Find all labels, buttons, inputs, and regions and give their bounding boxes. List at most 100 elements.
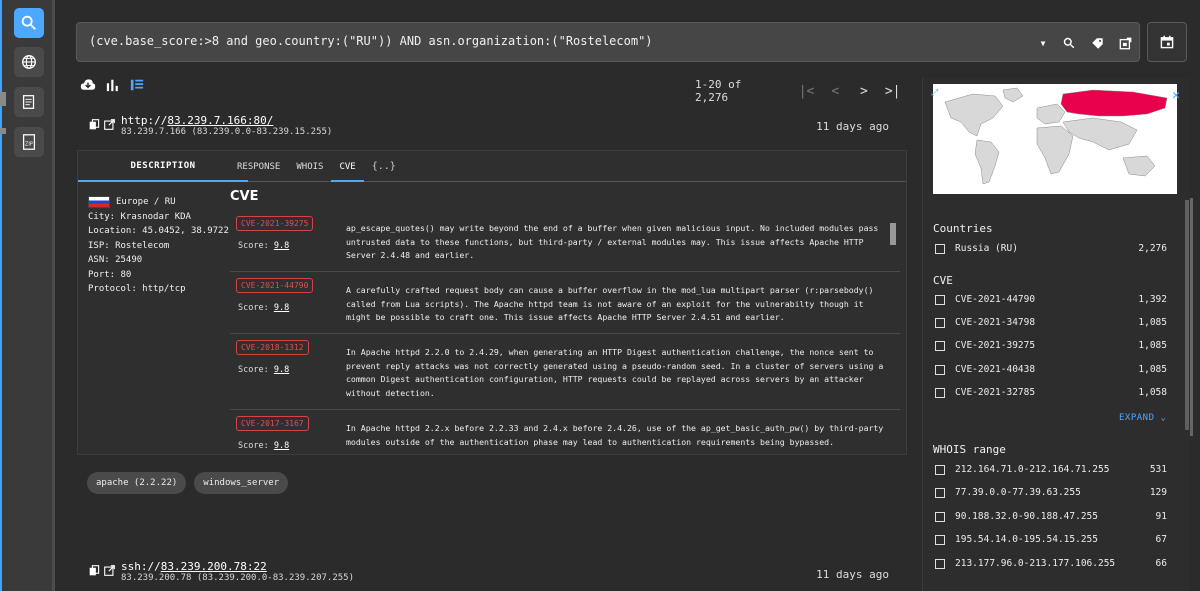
world-map[interactable]: [933, 84, 1177, 194]
search-icon[interactable]: [1060, 34, 1078, 52]
cve-description: In Apache httpd 2.2.x before 2.2.33 and …: [346, 423, 884, 447]
url-host[interactable]: 83.239.200.78:22: [161, 560, 267, 573]
region-row: Europe / RU: [88, 195, 229, 210]
region-text: Europe / RU: [116, 197, 176, 207]
facet-label: 77.39.0.0-77.39.63.255: [955, 487, 1081, 499]
isp-text: ISP: Rostelecom: [88, 240, 170, 251]
score-value[interactable]: 9.8: [274, 241, 289, 251]
export-icon[interactable]: [1116, 34, 1134, 52]
list-view-icon[interactable]: [130, 78, 144, 92]
facet-count: 2,276: [1138, 243, 1167, 254]
tag-icon[interactable]: [1088, 34, 1106, 52]
tag-chip[interactable]: apache (2.2.22): [87, 472, 187, 494]
score-value[interactable]: 9.8: [274, 303, 289, 313]
facet-count: 531: [1149, 464, 1167, 475]
result-age: 11 days ago: [816, 120, 889, 133]
svg-text:ZIP: ZIP: [25, 142, 33, 148]
facet-checkbox[interactable]: [935, 364, 945, 375]
expand-icon[interactable]: ⤢: [931, 88, 938, 98]
reports-nav-button[interactable]: [14, 87, 44, 117]
facet-row-country[interactable]: Russia (RU) 2,276: [935, 243, 1167, 257]
facet-row-whois[interactable]: 195.54.14.0-195.54.15.255 67: [935, 534, 1167, 548]
left-rail: ZIP: [2, 0, 55, 591]
facet-row-whois[interactable]: 213.177.96.0-213.177.106.255 66: [935, 558, 1167, 572]
facet-row-cves[interactable]: CVE-2021-32785 1,058: [935, 387, 1167, 401]
next-page-button[interactable]: >: [850, 84, 879, 99]
cloud-download-icon[interactable]: [80, 78, 96, 92]
facet-label: CVE-2021-39275: [955, 340, 1036, 352]
facet-label: CVE-2021-44790: [955, 294, 1036, 305]
result-ip-range: 83.239.200.78 (83.239.200.0-83.239.207.2…: [121, 573, 354, 583]
url-host[interactable]: 83.239.7.166:80/: [167, 114, 273, 127]
tag-chip[interactable]: windows_server: [194, 472, 289, 494]
facet-row-cves[interactable]: CVE-2021-34798 1,085: [935, 317, 1167, 331]
last-page-button[interactable]: >|: [878, 84, 907, 99]
cve-id-badge[interactable]: CVE-2017-3167: [236, 416, 309, 431]
facet-checkbox[interactable]: [935, 558, 945, 569]
facet-checkbox[interactable]: [935, 511, 945, 522]
results-area: 1-20 of 2,276 |< < > >| http://83.239.7.…: [77, 66, 907, 591]
facet-checkbox[interactable]: [935, 488, 945, 499]
first-page-button[interactable]: |<: [792, 84, 821, 99]
facet-row-cves[interactable]: CVE-2021-44790 1,392: [935, 294, 1167, 308]
search-query[interactable]: (cve.base_score:>8 and geo.country:("RU"…: [89, 34, 653, 48]
facet-row-whois[interactable]: 212.164.71.0-212.164.71.255 531: [935, 464, 1167, 478]
score-value[interactable]: 9.8: [274, 365, 289, 375]
facet-checkbox[interactable]: [935, 341, 945, 352]
cve-id-badge[interactable]: CVE-2021-44790: [236, 278, 314, 293]
chevron-down-icon[interactable]: ▼: [1034, 34, 1052, 52]
result-url-link[interactable]: ssh://83.239.200.78:22: [121, 560, 267, 573]
calendar-button[interactable]: [1147, 22, 1187, 62]
document-icon: [22, 95, 35, 109]
facet-row-cves[interactable]: CVE-2021-39275 1,085: [935, 340, 1167, 354]
cve-id-badge[interactable]: CVE-2021-39275: [236, 216, 314, 231]
facet-row-cves[interactable]: CVE-2021-40438 1,085: [935, 364, 1167, 378]
score-value[interactable]: 9.8: [274, 441, 289, 451]
edge-indicator: [0, 92, 6, 106]
copy-icon[interactable]: [89, 565, 100, 576]
facet-checkbox[interactable]: [935, 244, 945, 254]
zip-icon: ZIP: [22, 134, 36, 150]
facet-label: 195.54.14.0-195.54.15.255: [955, 534, 1098, 546]
pagination: 1-20 of 2,276 |< < > >|: [695, 78, 907, 104]
cve-section-title: CVE: [230, 189, 259, 204]
tab-description[interactable]: DESCRIPTION: [78, 151, 248, 182]
facet-row-whois[interactable]: 77.39.0.0-77.39.63.255 129: [935, 487, 1167, 501]
facet-count: 1,392: [1138, 294, 1167, 305]
facets-sidebar: ⤢ ✕ Countries Russia (RU) 2,276 CVE EXPA…: [922, 78, 1190, 591]
tab-whois[interactable]: WHOIS: [288, 159, 331, 182]
city-text: City: Krasnodar KDA: [88, 211, 191, 222]
page-scrollbar[interactable]: [1190, 198, 1193, 436]
globe-nav-button[interactable]: [14, 47, 44, 77]
result-url-link[interactable]: http://83.239.7.166:80/: [121, 114, 273, 127]
facet-checkbox[interactable]: [935, 318, 945, 329]
tab-cve[interactable]: CVE: [331, 159, 364, 182]
expand-label: EXPAND: [1119, 413, 1155, 423]
facet-checkbox[interactable]: [935, 295, 945, 305]
bar-chart-icon[interactable]: [106, 78, 120, 92]
expand-cve-button[interactable]: EXPAND ⌄: [1119, 413, 1166, 423]
globe-icon: [22, 55, 36, 69]
prev-page-button[interactable]: <: [821, 84, 850, 99]
close-icon[interactable]: ✕: [1172, 88, 1180, 103]
facet-row-whois[interactable]: 90.188.32.0-90.188.47.255 91: [935, 511, 1167, 525]
result-ip-range: 83.239.7.166 (83.239.0.0-83.239.15.255): [121, 127, 333, 137]
tab-response[interactable]: RESPONSE: [229, 159, 288, 182]
facet-checkbox[interactable]: [935, 387, 945, 398]
rail-scrollbar[interactable]: [52, 0, 55, 591]
cve-list: CVE-2021-39275 Score: 9.8 ap_escape_quotes…: [230, 210, 900, 454]
search-nav-button[interactable]: [14, 8, 44, 38]
facet-checkbox[interactable]: [935, 535, 945, 546]
tab-json[interactable]: {..}: [364, 159, 404, 182]
cve-description: In Apache httpd 2.2.0 to 2.4.29, when ge…: [346, 347, 884, 398]
external-link-icon[interactable]: [104, 565, 115, 576]
facet-checkbox[interactable]: [935, 465, 945, 475]
zip-nav-button[interactable]: ZIP: [14, 127, 44, 157]
cve-id-badge[interactable]: CVE-2018-1312: [236, 340, 309, 355]
search-input[interactable]: (cve.base_score:>8 and geo.country:("RU"…: [76, 22, 1140, 62]
sidebar-scrollbar[interactable]: [1185, 200, 1189, 430]
copy-icon[interactable]: [89, 119, 100, 130]
result-card: DESCRIPTION RESPONSE WHOIS CVE {..} Euro…: [77, 150, 907, 455]
external-link-icon[interactable]: [104, 119, 115, 130]
top-bar: (cve.base_score:>8 and geo.country:("RU"…: [67, 12, 1192, 62]
